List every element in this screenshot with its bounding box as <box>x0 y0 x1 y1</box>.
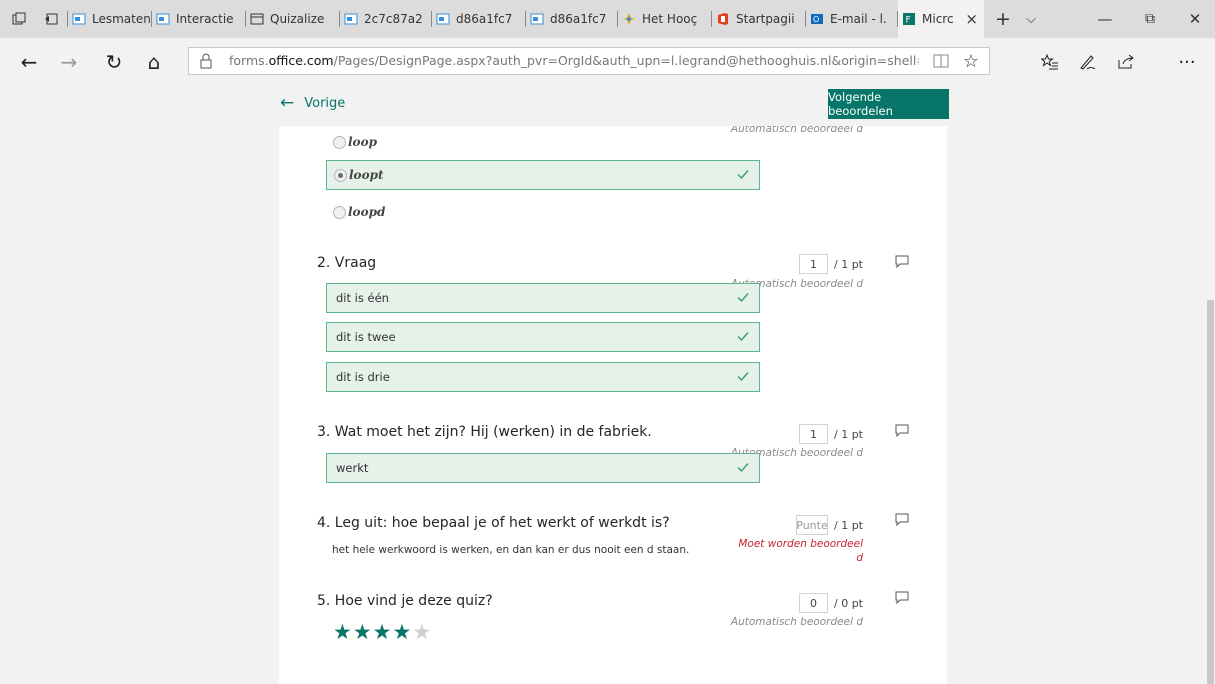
tab-d86a1fc7-2[interactable]: d86a1fc7 <box>526 0 618 38</box>
tab-lesmaten[interactable]: Lesmaten <box>68 0 152 38</box>
q1-status: Automatisch beoordeel d <box>730 126 863 135</box>
forward-button[interactable]: → <box>52 38 86 86</box>
q5-score: 0 / 0 pt <box>799 593 863 613</box>
star-icon: ★ <box>372 620 392 644</box>
check-icon <box>737 372 749 382</box>
share-icon[interactable] <box>1109 38 1143 86</box>
tab-het-hooghuis[interactable]: Het Hooç <box>618 0 712 38</box>
q4-points-input[interactable]: Punte <box>796 515 828 535</box>
refresh-button[interactable]: ↻ <box>97 38 131 86</box>
comment-icon[interactable] <box>895 424 909 437</box>
favorites-icon[interactable] <box>1033 38 1067 86</box>
tab-quizalize[interactable]: Quizalize <box>246 0 340 38</box>
tabs-aside-icon <box>45 13 58 25</box>
q2-points-input[interactable]: 1 <box>799 254 828 274</box>
q2-score: 1 / 1 pt <box>799 254 863 274</box>
check-icon <box>737 332 749 342</box>
check-icon <box>737 463 749 473</box>
star-icon: ★ <box>352 620 372 644</box>
tab-interactie[interactable]: Interactie <box>152 0 246 38</box>
arrow-left-icon: ← <box>280 93 295 113</box>
back-button[interactable]: ← <box>12 38 46 86</box>
new-tab-button[interactable]: + <box>988 0 1018 38</box>
minimize-button[interactable]: — <box>1085 0 1125 38</box>
q5-title: 5. Hoe vind je deze quiz? <box>317 593 493 609</box>
tab-email[interactable]: O E-mail - l. <box>806 0 898 38</box>
q1-option-loopd[interactable]: loopd <box>333 202 385 222</box>
page-icon <box>250 13 264 25</box>
lesson-icon <box>156 13 170 25</box>
next-review-button[interactable]: Volgende beoordelen <box>828 89 949 119</box>
svg-text:O: O <box>813 15 819 24</box>
more-icon[interactable]: ··· <box>1170 38 1204 86</box>
check-icon <box>737 293 749 303</box>
comment-icon[interactable] <box>895 255 909 268</box>
pen-notes-icon[interactable] <box>1071 38 1105 86</box>
q3-points-input[interactable]: 1 <box>799 424 828 444</box>
tab-2c7c87a2[interactable]: 2c7c87a2 <box>340 0 432 38</box>
q5-points-input[interactable]: 0 <box>799 593 828 613</box>
q3-score: 1 / 1 pt <box>799 424 863 444</box>
lesson-icon <box>344 13 358 25</box>
tabs-aside-button[interactable] <box>34 0 68 38</box>
q4-title: 4. Leg uit: hoe bepaal je of het werkt o… <box>317 515 670 531</box>
reading-view-icon[interactable] <box>929 50 953 72</box>
tab-manager-button[interactable] <box>0 0 34 38</box>
comment-icon[interactable] <box>895 591 909 604</box>
tab-list-chevron-icon[interactable]: ⌵ <box>1016 0 1046 38</box>
forms-icon: F <box>903 13 915 26</box>
q5-rating: ★ ★ ★ ★ ★ <box>333 621 432 643</box>
lock-icon <box>200 53 212 69</box>
q4-answer: het hele werkwoord is werken, en dan kan… <box>332 544 690 556</box>
radio-button[interactable] <box>333 205 346 219</box>
url-text[interactable]: forms.office.com/Pages/DesignPage.aspx?a… <box>229 48 919 74</box>
previous-button[interactable]: ← Vorige <box>280 86 345 120</box>
q5-status: Automatisch beoordeel d <box>730 616 863 628</box>
tab-bar: Lesmaten Interactie Quizalize 2c7c87a2 d… <box>0 0 1215 38</box>
school-icon <box>623 13 635 25</box>
response-card: loop Automatisch beoordeel d loopt loopd… <box>279 126 947 684</box>
q2-option-1: dit is één <box>326 283 760 313</box>
tab-d86a1fc7-1[interactable]: d86a1fc7 <box>432 0 526 38</box>
content-area: loop Automatisch beoordeel d loopt loopd… <box>0 126 1215 684</box>
restore-button[interactable]: ⧉ <box>1130 0 1170 38</box>
lesson-icon <box>72 13 86 25</box>
lesson-icon <box>436 13 450 25</box>
navigation-bar: ← → ↻ ⌂ forms.office.com/Pages/DesignPag… <box>0 38 1215 86</box>
home-button[interactable]: ⌂ <box>137 38 171 86</box>
tab-startpagina[interactable]: Startpagii <box>712 0 806 38</box>
svg-text:F: F <box>906 16 911 26</box>
q4-status: Moet worden beoordeel d <box>738 538 863 564</box>
tab-close-icon[interactable]: × <box>965 10 978 28</box>
tab-microsoft-forms[interactable]: F Micrc × <box>898 0 984 38</box>
form-toolbar: ← Vorige Volgende beoordelen <box>0 86 1215 126</box>
office-icon <box>718 13 728 25</box>
q4-score: Punte / 1 pt <box>796 515 863 535</box>
q2-title: 2. Vraag <box>317 255 377 271</box>
lesson-icon <box>530 13 544 25</box>
q2-option-3: dit is drie <box>326 362 760 392</box>
favorite-star-icon[interactable]: ☆ <box>959 50 983 72</box>
star-icon: ★ <box>392 620 412 644</box>
close-window-button[interactable]: ✕ <box>1175 0 1215 38</box>
outlook-icon: O <box>811 14 823 24</box>
q1-option-loopt[interactable]: loopt <box>326 160 760 190</box>
q3-answer: werkt <box>326 453 760 483</box>
q2-option-2: dit is twee <box>326 322 760 352</box>
check-icon <box>737 170 749 180</box>
radio-button[interactable] <box>333 135 346 149</box>
q3-title: 3. Wat moet het zijn? Hij (werken) in de… <box>317 424 652 440</box>
scrollbar[interactable] <box>1207 300 1214 684</box>
q1-option-loop[interactable]: loop <box>333 132 377 152</box>
star-icon: ★ <box>412 620 432 644</box>
tab-manager-icon <box>12 12 26 25</box>
comment-icon[interactable] <box>895 513 909 526</box>
address-bar[interactable]: forms.office.com/Pages/DesignPage.aspx?a… <box>188 47 990 75</box>
radio-button-selected[interactable] <box>334 168 347 182</box>
star-icon: ★ <box>333 620 352 644</box>
